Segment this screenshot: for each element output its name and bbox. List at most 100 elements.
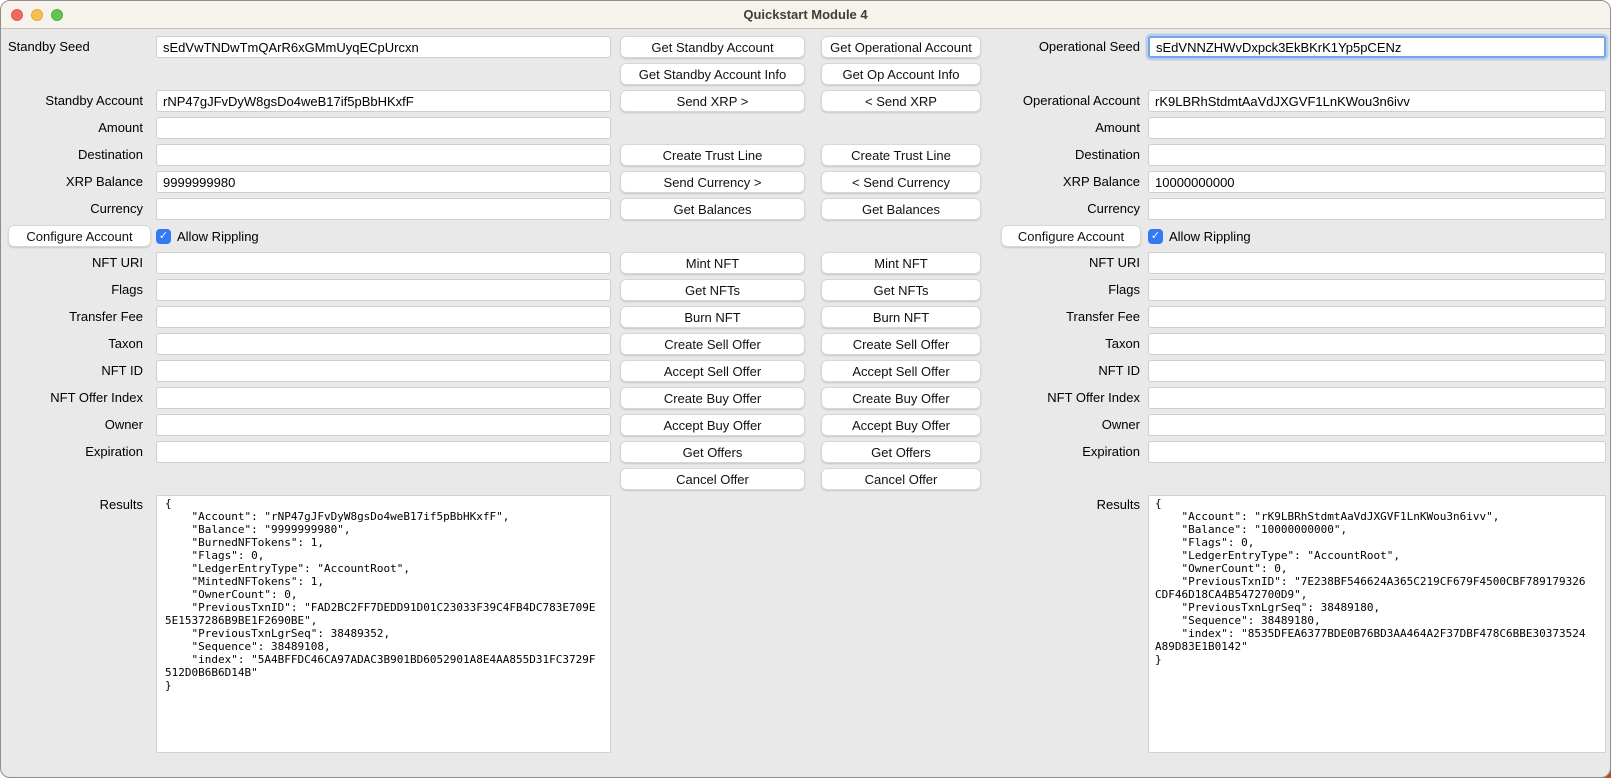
row-expiration: Expiration Get Offers Get Offers Expirat… [1,441,1610,463]
operational-nft-offer-index-label: NFT Offer Index [986,387,1143,409]
mint-nft-standby-button[interactable]: Mint NFT [620,252,805,274]
standby-flags-input[interactable] [156,279,611,301]
configure-account-operational-button[interactable]: Configure Account [1001,225,1141,247]
standby-nft-uri-label: NFT URI [1,252,151,274]
configure-account-standby-button[interactable]: Configure Account [8,225,151,247]
operational-nft-id-label: NFT ID [986,360,1143,382]
row-nft-uri: NFT URI Mint NFT Mint NFT NFT URI [1,252,1610,274]
row-transfer-fee: Transfer Fee Burn NFT Burn NFT Transfer … [1,306,1610,328]
standby-nft-offer-index-input[interactable] [156,387,611,409]
operational-currency-input[interactable] [1148,198,1606,220]
window-title: Quickstart Module 4 [743,7,867,22]
standby-account-label: Standby Account [1,90,151,112]
accept-buy-offer-operational-button[interactable]: Accept Buy Offer [821,414,981,436]
get-standby-account-info-button[interactable]: Get Standby Account Info [620,63,805,85]
standby-seed-input[interactable] [156,36,611,58]
operational-transfer-fee-label: Transfer Fee [986,306,1143,328]
accept-sell-offer-standby-button[interactable]: Accept Sell Offer [620,360,805,382]
row-flags: Flags Get NFTs Get NFTs Flags [1,279,1610,301]
operational-expiration-label: Expiration [986,441,1143,463]
check-icon: ✓ [159,230,168,242]
create-buy-offer-standby-button[interactable]: Create Buy Offer [620,387,805,409]
standby-currency-input[interactable] [156,198,611,220]
operational-account-input[interactable] [1148,90,1606,112]
get-operational-account-button[interactable]: Get Operational Account [821,36,981,58]
standby-account-input[interactable] [156,90,611,112]
send-xrp-operational-button[interactable]: < Send XRP [821,90,981,112]
minimize-button[interactable] [31,9,43,21]
standby-transfer-fee-input[interactable] [156,306,611,328]
operational-destination-input[interactable] [1148,144,1606,166]
accept-buy-offer-standby-button[interactable]: Accept Buy Offer [620,414,805,436]
get-offers-standby-button[interactable]: Get Offers [620,441,805,463]
row-amount: Amount Amount [1,117,1610,139]
standby-flags-label: Flags [1,279,151,301]
operational-amount-label: Amount [986,117,1143,139]
operational-results-textarea[interactable]: { "Account": "rK9LBRhStdmtAaVdJXGVF1LnKW… [1148,495,1606,753]
standby-taxon-input[interactable] [156,333,611,355]
standby-expiration-label: Expiration [1,441,151,463]
cancel-offer-standby-button[interactable]: Cancel Offer [620,468,805,490]
get-nfts-operational-button[interactable]: Get NFTs [821,279,981,301]
operational-nft-offer-index-input[interactable] [1148,387,1606,409]
operational-nft-id-input[interactable] [1148,360,1606,382]
mint-nft-operational-button[interactable]: Mint NFT [821,252,981,274]
standby-xrp-balance-label: XRP Balance [1,171,151,193]
standby-results-textarea[interactable]: { "Account": "rNP47gJFvDyW8gsDo4weB17if5… [156,495,611,753]
create-buy-offer-operational-button[interactable]: Create Buy Offer [821,387,981,409]
standby-nft-id-input[interactable] [156,360,611,382]
row-account-info: Get Standby Account Info Get Op Account … [1,63,1610,85]
send-currency-standby-button[interactable]: Send Currency > [620,171,805,193]
standby-xrp-balance-input[interactable] [156,171,611,193]
standby-currency-label: Currency [1,198,151,220]
standby-allow-rippling-checkbox[interactable]: ✓ [156,229,171,244]
get-op-account-info-button[interactable]: Get Op Account Info [821,63,981,85]
standby-expiration-input[interactable] [156,441,611,463]
standby-amount-input[interactable] [156,117,611,139]
operational-flags-input[interactable] [1148,279,1606,301]
standby-destination-input[interactable] [156,144,611,166]
operational-seed-input[interactable] [1148,36,1606,58]
zoom-button[interactable] [51,9,63,21]
create-trust-line-operational-button[interactable]: Create Trust Line [821,144,981,166]
operational-nft-uri-input[interactable] [1148,252,1606,274]
get-standby-account-button[interactable]: Get Standby Account [620,36,805,58]
accept-sell-offer-operational-button[interactable]: Accept Sell Offer [821,360,981,382]
operational-currency-label: Currency [986,198,1143,220]
row-nft-offer-index: NFT Offer Index Create Buy Offer Create … [1,387,1610,409]
standby-amount-label: Amount [1,117,151,139]
operational-destination-label: Destination [986,144,1143,166]
operational-owner-input[interactable] [1148,414,1606,436]
row-destination: Destination Create Trust Line Create Tru… [1,144,1610,166]
row-xrp-balance: XRP Balance Send Currency > < Send Curre… [1,171,1610,193]
create-sell-offer-standby-button[interactable]: Create Sell Offer [620,333,805,355]
get-nfts-standby-button[interactable]: Get NFTs [620,279,805,301]
get-balances-operational-button[interactable]: Get Balances [821,198,981,220]
burn-nft-standby-button[interactable]: Burn NFT [620,306,805,328]
row-nft-id: NFT ID Accept Sell Offer Accept Sell Off… [1,360,1610,382]
close-button[interactable] [11,9,23,21]
operational-taxon-input[interactable] [1148,333,1606,355]
operational-taxon-label: Taxon [986,333,1143,355]
traffic-lights [11,9,63,21]
get-balances-standby-button[interactable]: Get Balances [620,198,805,220]
standby-nft-offer-index-label: NFT Offer Index [1,387,151,409]
standby-nft-uri-input[interactable] [156,252,611,274]
operational-xrp-balance-input[interactable] [1148,171,1606,193]
send-xrp-standby-button[interactable]: Send XRP > [620,90,805,112]
send-currency-operational-button[interactable]: < Send Currency [821,171,981,193]
operational-transfer-fee-input[interactable] [1148,306,1606,328]
standby-owner-input[interactable] [156,414,611,436]
operational-expiration-input[interactable] [1148,441,1606,463]
row-currency: Currency Get Balances Get Balances Curre… [1,198,1610,220]
burn-nft-operational-button[interactable]: Burn NFT [821,306,981,328]
create-sell-offer-operational-button[interactable]: Create Sell Offer [821,333,981,355]
operational-allow-rippling-checkbox[interactable]: ✓ [1148,229,1163,244]
standby-seed-label: Standby Seed [1,36,151,58]
operational-results-label: Results [986,495,1143,512]
operational-amount-input[interactable] [1148,117,1606,139]
cancel-offer-operational-button[interactable]: Cancel Offer [821,468,981,490]
operational-owner-label: Owner [986,414,1143,436]
get-offers-operational-button[interactable]: Get Offers [821,441,981,463]
create-trust-line-standby-button[interactable]: Create Trust Line [620,144,805,166]
